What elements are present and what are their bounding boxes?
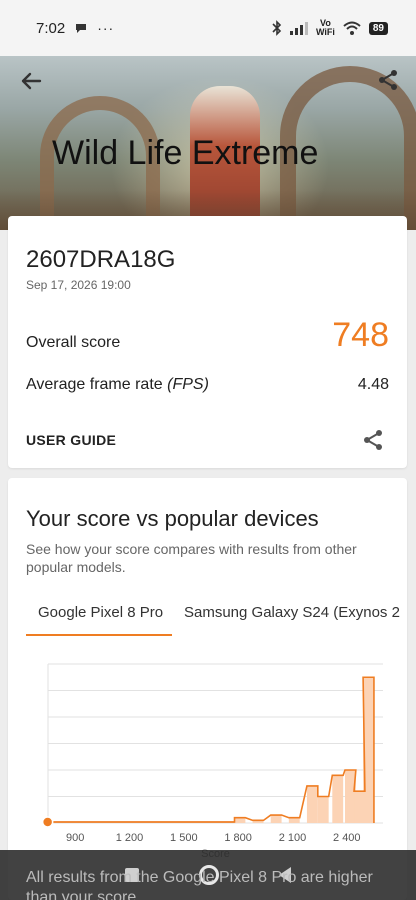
fps-label: Average frame rate (FPS) — [26, 376, 209, 393]
results-summary: All results from the Google Pixel 8 Pro … — [26, 869, 373, 900]
hero-banner: Wild Life Extreme — [0, 56, 416, 230]
x-tick-label: 1 500 — [170, 832, 198, 844]
overall-score-label: Overall score — [26, 334, 121, 351]
device-name: 2607DRA18G — [26, 246, 176, 273]
overall-score-value: 748 — [332, 316, 389, 354]
device-tabs: Google Pixel 8 Pro Samsung Galaxy S24 (E… — [26, 602, 407, 636]
histogram-bar — [317, 796, 329, 823]
status-bar: 7:02 ··· Vo WiFi 89 — [0, 0, 416, 56]
status-time: 7:02 — [36, 19, 66, 37]
chat-bubble-icon — [76, 24, 87, 33]
tab-samsung-galaxy-s24[interactable]: Samsung Galaxy S24 (Exynos 2 — [172, 602, 407, 636]
x-tick-label: 2 100 — [279, 832, 307, 844]
wifi-icon — [343, 21, 361, 35]
vowifi-indicator: Vo WiFi — [315, 18, 335, 37]
compare-title: Your score vs popular devices — [26, 506, 319, 531]
x-tick-label: 2 400 — [333, 832, 361, 844]
back-arrow-icon[interactable] — [18, 68, 44, 94]
x-tick-label: 1 200 — [116, 832, 144, 844]
bluetooth-icon — [272, 20, 282, 36]
share-result-icon[interactable] — [361, 428, 385, 452]
compare-card: Your score vs popular devices See how yo… — [8, 478, 407, 900]
fps-value: 4.48 — [357, 376, 389, 393]
your-score-marker — [41, 816, 54, 828]
benchmark-title: Wild Life Extreme — [52, 134, 319, 172]
battery-indicator: 89 — [368, 21, 388, 35]
signal-icon — [289, 22, 308, 35]
more-notifications-icon: ··· — [97, 20, 115, 36]
compare-description: See how your score compares with results… — [26, 541, 357, 575]
score-histogram: 9001 2001 5001 8002 1002 400Score — [41, 663, 383, 860]
result-card: 2607DRA18G Sep 17, 2026 19:00 Overall sc… — [8, 216, 407, 468]
x-tick-label: 1 800 — [224, 832, 252, 844]
tab-google-pixel-8-pro[interactable]: Google Pixel 8 Pro — [26, 602, 172, 636]
x-tick-label: 900 — [66, 832, 84, 844]
user-guide-link[interactable]: USER GUIDE — [26, 432, 116, 448]
histogram-bar — [332, 775, 344, 823]
histogram-bar — [306, 785, 318, 823]
result-date: Sep 17, 2026 19:00 — [26, 278, 131, 292]
histogram-bar — [270, 815, 282, 823]
share-icon[interactable] — [376, 68, 400, 92]
